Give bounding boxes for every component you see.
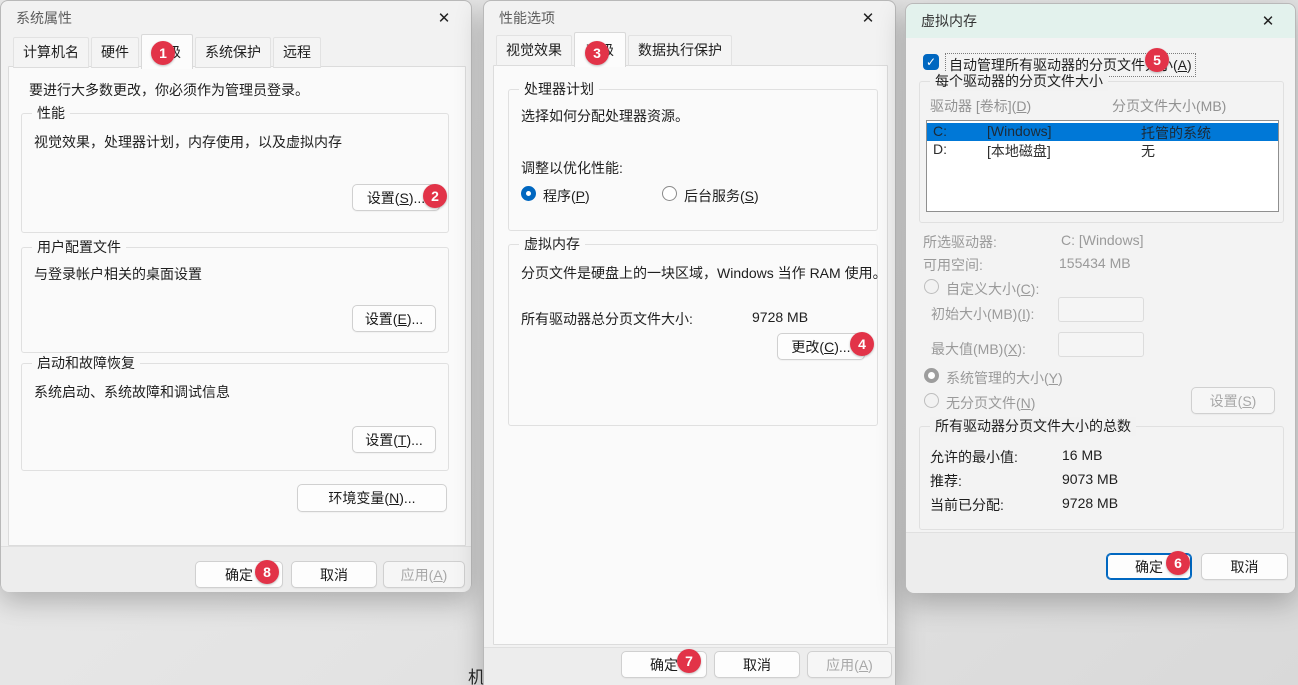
cancel-button[interactable]: 取消: [291, 561, 377, 588]
radio-programs-label[interactable]: 程序(P): [543, 186, 590, 206]
step-badge-4: 4: [850, 332, 874, 356]
radio-no-paging-file[interactable]: [924, 393, 939, 408]
adjust-label: 调整以优化性能:: [521, 158, 623, 178]
radio-system-managed-label[interactable]: 系统管理的大小(Y): [946, 368, 1063, 388]
cancel-button[interactable]: 取消: [714, 651, 800, 678]
radio-programs[interactable]: [521, 186, 536, 201]
performance-options-tabs: 视觉效果 高级 数据执行保护: [496, 38, 734, 66]
free-space-value: 155434 MB: [1059, 255, 1131, 271]
system-properties-titlebar: 系统属性 ✕: [1, 1, 471, 35]
per-drive-group: 每个驱动器的分页文件大小 驱动器 [卷标](D) 分页文件大小(MB) C: […: [919, 81, 1284, 223]
performance-desc: 视觉效果，处理器计划，内存使用，以及虚拟内存: [34, 132, 342, 152]
column-header-drive: 驱动器 [卷标](D): [930, 96, 1031, 116]
drive-listbox[interactable]: C: [Windows] 托管的系统 D: [本地磁盘] 无: [926, 120, 1279, 212]
processor-scheduling-group: 处理器计划 选择如何分配处理器资源。 调整以优化性能: 程序(P) 后台服务(S…: [508, 89, 878, 231]
desktop-background: 机 系统属性 ✕ 计算机名 硬件 高级 系统保护 远程 要进行大多数更改，你必须…: [0, 0, 1298, 685]
user-profiles-desc: 与登录帐户相关的桌面设置: [34, 264, 202, 284]
startup-recovery-group-legend: 启动和故障恢复: [32, 354, 140, 373]
performance-options-dialog: 性能选项 ✕ 视觉效果 高级 数据执行保护 处理器计划 选择如何分配处理器资源。…: [483, 0, 896, 685]
currently-allocated-value: 9728 MB: [1062, 495, 1118, 511]
drive-volume: [Windows]: [987, 123, 1052, 139]
totals-legend: 所有驱动器分页文件大小的总数: [930, 417, 1136, 436]
step-badge-2: 2: [423, 184, 447, 208]
currently-allocated-label: 当前已分配:: [930, 495, 1004, 515]
close-icon[interactable]: ✕: [851, 5, 885, 31]
total-paging-label: 所有驱动器总分页文件大小:: [521, 309, 693, 329]
tab-remote[interactable]: 远程: [273, 37, 321, 68]
performance-group-legend: 性能: [32, 104, 70, 123]
max-size-label: 最大值(MB)(X):: [931, 339, 1026, 359]
apply-button[interactable]: 应用(A): [383, 561, 465, 588]
processor-desc: 选择如何分配处理器资源。: [521, 106, 689, 126]
system-properties-footer: 确定 取消 应用(A): [1, 546, 471, 592]
dialog-title: 性能选项: [499, 8, 555, 28]
max-size-input[interactable]: [1058, 332, 1144, 357]
tab-hardware[interactable]: 硬件: [91, 37, 139, 68]
virtual-memory-legend: 虚拟内存: [519, 235, 585, 254]
cancel-button[interactable]: 取消: [1201, 553, 1288, 580]
radio-background-services-label[interactable]: 后台服务(S): [684, 186, 759, 206]
virtual-memory-titlebar: 虚拟内存 ✕: [906, 4, 1295, 38]
radio-background-services[interactable]: [662, 186, 677, 201]
min-allowed-value: 16 MB: [1062, 447, 1102, 463]
per-drive-legend: 每个驱动器的分页文件大小: [930, 72, 1108, 91]
drive-paging-size: 无: [1141, 141, 1155, 161]
dialog-title: 虚拟内存: [921, 11, 977, 31]
performance-group: 性能 视觉效果，处理器计划，内存使用，以及虚拟内存 设置(S)...: [21, 113, 449, 233]
tab-visual-effects[interactable]: 视觉效果: [496, 35, 572, 66]
step-badge-7: 7: [677, 649, 701, 673]
close-icon[interactable]: ✕: [1251, 8, 1285, 34]
selected-drive-value: C: [Windows]: [1061, 232, 1143, 248]
radio-custom-size[interactable]: [924, 279, 939, 294]
startup-recovery-desc: 系统启动、系统故障和调试信息: [34, 382, 230, 402]
tab-system-protection[interactable]: 系统保护: [195, 37, 271, 68]
virtual-memory-dialog: 虚拟内存 ✕ ✓ 自动管理所有驱动器的分页文件大小(A) 每个驱动器的分页文件大…: [905, 3, 1296, 593]
environment-variables-button[interactable]: 环境变量(N)...: [297, 484, 447, 512]
set-button[interactable]: 设置(S): [1191, 387, 1275, 414]
radio-system-managed[interactable]: [924, 368, 939, 383]
step-badge-8: 8: [255, 560, 279, 584]
drive-letter: D:: [933, 141, 947, 157]
step-badge-5: 5: [1145, 48, 1169, 72]
drive-row-d[interactable]: D: [本地磁盘] 无: [927, 141, 1278, 159]
column-header-size: 分页文件大小(MB): [1112, 96, 1226, 116]
user-profiles-group: 用户配置文件 与登录帐户相关的桌面设置 设置(E)...: [21, 247, 449, 353]
auto-manage-checkbox[interactable]: ✓: [923, 54, 939, 70]
dialog-title: 系统属性: [16, 8, 72, 28]
tab-computer-name[interactable]: 计算机名: [13, 37, 89, 68]
step-badge-3: 3: [585, 41, 609, 65]
close-icon[interactable]: ✕: [427, 5, 461, 31]
drive-letter: C:: [933, 123, 947, 139]
selected-drive-label: 所选驱动器:: [923, 232, 997, 252]
radio-no-paging-file-label[interactable]: 无分页文件(N): [946, 393, 1035, 413]
step-badge-1: 1: [151, 41, 175, 65]
step-badge-6: 6: [1166, 551, 1190, 575]
performance-options-titlebar: 性能选项 ✕: [484, 1, 895, 35]
recommended-label: 推荐:: [930, 471, 962, 491]
initial-size-label: 初始大小(MB)(I):: [931, 304, 1034, 324]
drive-row-c[interactable]: C: [Windows] 托管的系统: [927, 123, 1278, 141]
virtual-memory-footer: 确定 取消: [906, 532, 1295, 593]
recommended-value: 9073 MB: [1062, 471, 1118, 487]
initial-size-input[interactable]: [1058, 297, 1144, 322]
radio-custom-size-label[interactable]: 自定义大小(C):: [946, 279, 1039, 299]
tab-dep[interactable]: 数据执行保护: [628, 35, 732, 66]
totals-group: 所有驱动器分页文件大小的总数 允许的最小值: 16 MB 推荐: 9073 MB…: [919, 426, 1284, 530]
system-properties-dialog: 系统属性 ✕ 计算机名 硬件 高级 系统保护 远程 要进行大多数更改，你必须作为…: [0, 0, 472, 591]
user-profiles-settings-button[interactable]: 设置(E)...: [352, 305, 436, 332]
user-profiles-group-legend: 用户配置文件: [32, 238, 126, 257]
paging-file-desc: 分页文件是硬盘上的一块区域，Windows 当作 RAM 使用。: [521, 263, 887, 283]
processor-scheduling-legend: 处理器计划: [519, 80, 599, 99]
apply-button[interactable]: 应用(A): [807, 651, 892, 678]
drive-paging-size: 托管的系统: [1141, 123, 1211, 143]
drive-volume: [本地磁盘]: [987, 141, 1051, 161]
admin-notice-text: 要进行大多数更改，你必须作为管理员登录。: [29, 80, 309, 100]
virtual-memory-group: 虚拟内存 分页文件是硬盘上的一块区域，Windows 当作 RAM 使用。 所有…: [508, 244, 878, 426]
total-paging-value: 9728 MB: [752, 309, 808, 325]
min-allowed-label: 允许的最小值:: [930, 447, 1018, 467]
startup-recovery-group: 启动和故障恢复 系统启动、系统故障和调试信息 设置(T)...: [21, 363, 449, 471]
startup-recovery-settings-button[interactable]: 设置(T)...: [352, 426, 436, 453]
free-space-label: 可用空间:: [923, 255, 983, 275]
